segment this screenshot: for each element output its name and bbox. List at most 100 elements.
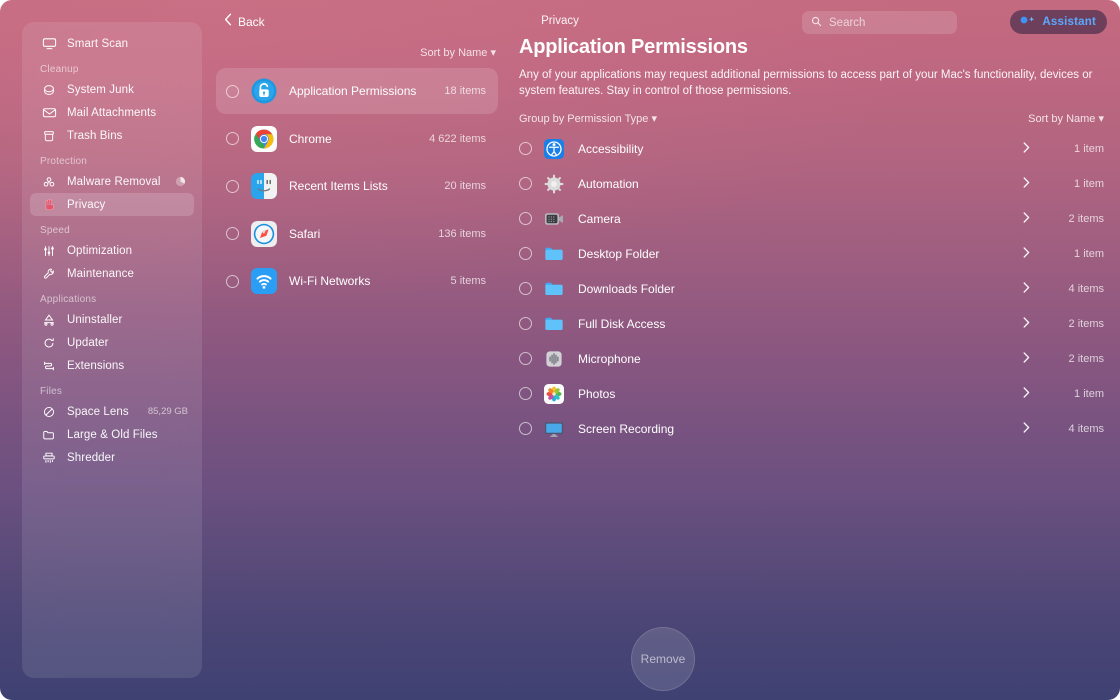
display-icon bbox=[544, 419, 564, 439]
group-by-control[interactable]: Group by Permission Type ▾ bbox=[519, 112, 657, 125]
wrench-icon bbox=[40, 266, 58, 282]
sidebar-item-optimization[interactable]: Optimization bbox=[30, 239, 194, 262]
back-button[interactable]: Back bbox=[224, 13, 265, 31]
assistant-label: Assistant bbox=[1042, 16, 1096, 28]
row-radio[interactable] bbox=[519, 387, 532, 400]
list-item-count: 5 items bbox=[450, 275, 486, 287]
search-input[interactable] bbox=[829, 16, 939, 29]
permission-count: 1 item bbox=[1074, 387, 1104, 400]
permission-count: 1 item bbox=[1074, 247, 1104, 260]
search-icon bbox=[811, 14, 822, 32]
sidebar-item-shredder[interactable]: Shredder bbox=[30, 446, 194, 469]
back-button-label: Back bbox=[238, 15, 265, 29]
list-item-count: 20 items bbox=[444, 180, 486, 192]
search-field[interactable] bbox=[802, 11, 957, 34]
permission-name: Camera bbox=[578, 211, 621, 226]
sidebar-item-label: Space Lens bbox=[67, 405, 129, 418]
finder-icon bbox=[251, 173, 277, 199]
camera-icon bbox=[544, 209, 564, 229]
sidebar: Smart Scan Cleanup System Junk Mail Atta… bbox=[22, 22, 202, 678]
chevron-right-icon[interactable] bbox=[1023, 420, 1030, 438]
list-item[interactable]: Chrome 4 622 items bbox=[216, 116, 498, 162]
row-radio[interactable] bbox=[519, 282, 532, 295]
table-row[interactable]: Accessibility 1 item bbox=[519, 131, 1110, 166]
row-radio[interactable] bbox=[226, 227, 239, 240]
sidebar-item-space-lens[interactable]: Space Lens 85,29 GB bbox=[30, 400, 194, 423]
row-radio[interactable] bbox=[519, 212, 532, 225]
table-row[interactable]: Desktop Folder 1 item bbox=[519, 236, 1110, 271]
row-radio[interactable] bbox=[519, 317, 532, 330]
sidebar-item-smart-scan[interactable]: Smart Scan bbox=[30, 32, 194, 55]
table-row[interactable]: Photos 1 item bbox=[519, 376, 1110, 411]
pie-badge-icon bbox=[175, 176, 194, 187]
chrome-icon bbox=[251, 125, 277, 152]
sidebar-item-updater[interactable]: Updater bbox=[30, 331, 194, 354]
chevron-right-icon[interactable] bbox=[1023, 315, 1030, 333]
smart-scan-icon bbox=[40, 36, 58, 52]
permission-name: Accessibility bbox=[578, 141, 644, 156]
sidebar-item-uninstaller[interactable]: Uninstaller bbox=[30, 308, 194, 331]
permission-count: 2 items bbox=[1068, 212, 1104, 225]
chevron-right-icon[interactable] bbox=[1023, 280, 1030, 298]
table-row[interactable]: Microphone 2 items bbox=[519, 341, 1110, 376]
unlock-circle-icon bbox=[251, 78, 277, 104]
assistant-button[interactable]: Assistant bbox=[1010, 10, 1107, 34]
list-item[interactable]: Application Permissions 18 items bbox=[216, 68, 498, 114]
sidebar-item-trash-bins[interactable]: Trash Bins bbox=[30, 124, 194, 147]
list-item[interactable]: Safari 136 items bbox=[216, 211, 498, 257]
chevron-right-icon[interactable] bbox=[1023, 175, 1030, 193]
sidebar-item-label: Trash Bins bbox=[67, 129, 123, 142]
middle-sort-control[interactable]: Sort by Name ▾ bbox=[224, 46, 496, 59]
sidebar-item-mail-attachments[interactable]: Mail Attachments bbox=[30, 101, 194, 124]
row-radio[interactable] bbox=[519, 177, 532, 190]
table-row[interactable]: Screen Recording 4 items bbox=[519, 411, 1110, 446]
uninstaller-icon bbox=[40, 312, 58, 328]
list-item[interactable]: Wi-Fi Networks 5 items bbox=[216, 258, 498, 304]
row-radio[interactable] bbox=[226, 132, 239, 145]
row-radio[interactable] bbox=[226, 274, 239, 288]
sidebar-item-label: Mail Attachments bbox=[67, 106, 157, 119]
permission-name: Microphone bbox=[578, 351, 641, 366]
table-row[interactable]: Camera 2 items bbox=[519, 201, 1110, 236]
row-radio[interactable] bbox=[519, 142, 532, 155]
sidebar-item-large-old-files[interactable]: Large & Old Files bbox=[30, 423, 194, 446]
sidebar-section-files: Files bbox=[40, 386, 63, 397]
chevron-right-icon[interactable] bbox=[1023, 385, 1030, 403]
sidebar-item-label: Uninstaller bbox=[67, 313, 123, 326]
list-item-name: Wi-Fi Networks bbox=[289, 274, 371, 288]
sliders-icon bbox=[40, 243, 58, 259]
privacy-hand-icon bbox=[40, 197, 58, 213]
permission-name: Automation bbox=[578, 176, 639, 191]
mail-icon bbox=[40, 105, 58, 121]
space-lens-size: 85,29 GB bbox=[147, 406, 188, 417]
chevron-right-icon[interactable] bbox=[1023, 245, 1030, 263]
permission-name: Screen Recording bbox=[578, 421, 675, 436]
list-item-name: Recent Items Lists bbox=[289, 179, 388, 193]
row-radio[interactable] bbox=[226, 179, 239, 193]
app-window: Smart Scan Cleanup System Junk Mail Atta… bbox=[0, 0, 1120, 700]
remove-button[interactable]: Remove bbox=[631, 627, 695, 691]
table-row[interactable]: Full Disk Access 2 items bbox=[519, 306, 1110, 341]
sidebar-item-maintenance[interactable]: Maintenance bbox=[30, 262, 194, 285]
table-row[interactable]: Downloads Folder 4 items bbox=[519, 271, 1110, 306]
sidebar-item-extensions[interactable]: Extensions bbox=[30, 354, 194, 377]
permission-count: 4 items bbox=[1068, 282, 1104, 295]
sidebar-item-system-junk[interactable]: System Junk bbox=[30, 78, 194, 101]
row-radio[interactable] bbox=[519, 422, 532, 435]
list-item[interactable]: Recent Items Lists 20 items bbox=[216, 163, 498, 209]
table-row[interactable]: Automation 1 item bbox=[519, 166, 1110, 201]
row-radio[interactable] bbox=[519, 352, 532, 365]
chevron-right-icon[interactable] bbox=[1023, 210, 1030, 228]
chevron-right-icon[interactable] bbox=[1023, 140, 1030, 158]
sidebar-item-label: Maintenance bbox=[67, 267, 134, 280]
row-radio[interactable] bbox=[519, 247, 532, 260]
chevron-right-icon[interactable] bbox=[1023, 350, 1030, 368]
sidebar-item-malware-removal[interactable]: Malware Removal bbox=[30, 170, 194, 193]
sidebar-item-privacy[interactable]: Privacy bbox=[30, 193, 194, 216]
folder-blue-icon bbox=[544, 244, 564, 264]
permission-count: 1 item bbox=[1074, 142, 1104, 155]
sidebar-section-speed: Speed bbox=[40, 225, 70, 236]
main-sort-control[interactable]: Sort by Name ▾ bbox=[1028, 112, 1104, 125]
permission-count: 2 items bbox=[1068, 352, 1104, 365]
row-radio[interactable] bbox=[226, 84, 239, 98]
